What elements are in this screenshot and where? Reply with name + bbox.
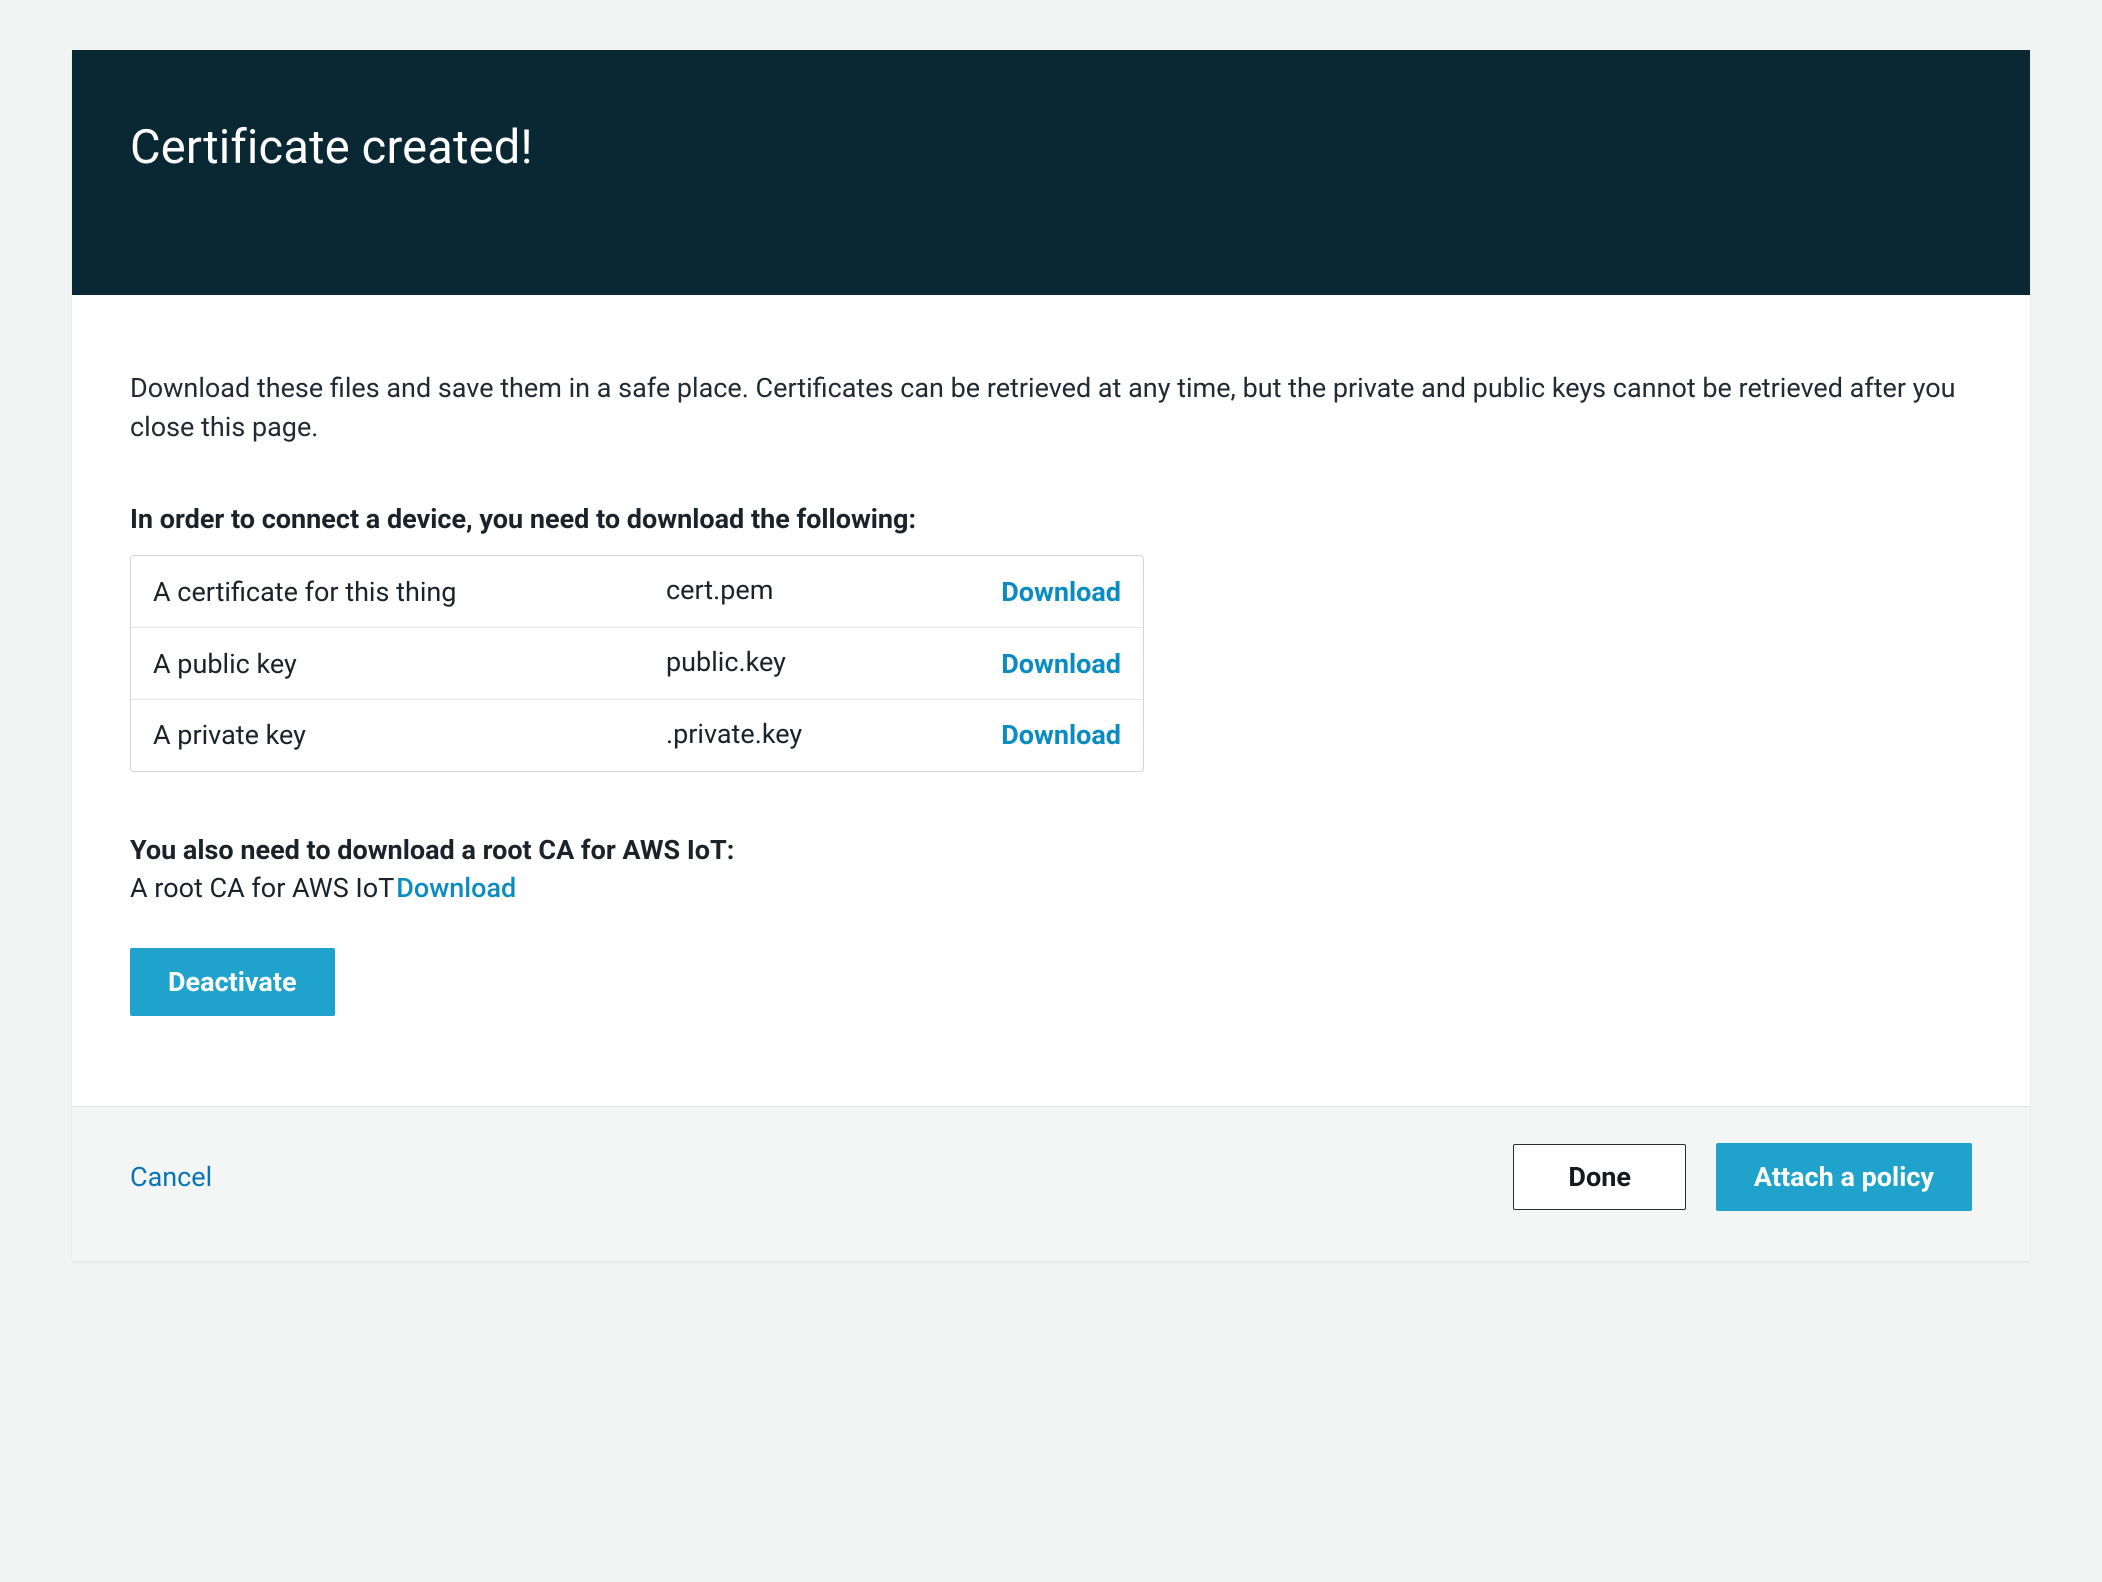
table-row: A public key public.key Download <box>131 628 1143 700</box>
deactivate-button[interactable]: Deactivate <box>130 948 335 1016</box>
file-label: A private key <box>153 719 503 751</box>
done-button[interactable]: Done <box>1513 1144 1686 1210</box>
redacted-prefix <box>503 647 668 681</box>
file-label: A public key <box>153 648 503 680</box>
downloads-heading: In order to connect a device, you need t… <box>130 503 1972 535</box>
file-label: A certificate for this thing <box>153 576 503 608</box>
cancel-link[interactable]: Cancel <box>130 1161 212 1193</box>
table-row: A certificate for this thing cert.pem Do… <box>131 556 1143 628</box>
modal-footer: Cancel Done Attach a policy <box>72 1106 2030 1261</box>
table-row: A private key .private.key Download <box>131 700 1143 771</box>
download-root-ca-link[interactable]: Download <box>396 872 516 904</box>
download-public-key-link[interactable]: Download <box>1001 648 1121 680</box>
attach-policy-button[interactable]: Attach a policy <box>1716 1143 1972 1211</box>
file-name: .private.key <box>503 718 951 753</box>
file-name: public.key <box>503 646 951 681</box>
root-ca-line: A root CA for AWS IoTDownload <box>130 872 1972 904</box>
redacted-prefix <box>503 575 668 609</box>
downloads-table: A certificate for this thing cert.pem Do… <box>130 555 1144 772</box>
modal-body: Download these files and save them in a … <box>72 295 2030 1106</box>
intro-text: Download these files and save them in a … <box>130 369 1972 447</box>
modal-header: Certificate created! <box>72 50 2030 295</box>
certificate-created-modal: Certificate created! Download these file… <box>72 50 2030 1261</box>
root-ca-heading: You also need to download a root CA for … <box>130 834 1972 866</box>
redacted-prefix <box>503 719 668 753</box>
download-private-key-link[interactable]: Download <box>1001 719 1121 751</box>
root-ca-section: You also need to download a root CA for … <box>130 834 1972 904</box>
file-name: cert.pem <box>503 574 951 609</box>
page-title: Certificate created! <box>130 120 1972 175</box>
download-cert-link[interactable]: Download <box>1001 576 1121 608</box>
